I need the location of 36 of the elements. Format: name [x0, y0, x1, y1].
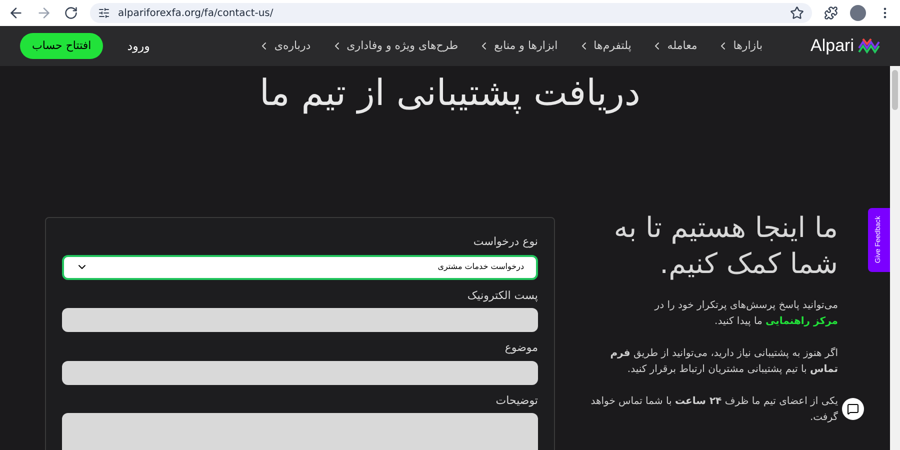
field-label: توضیحات [494, 392, 538, 409]
intro-paragraph: می‌توانید پاسخ پرسش‌های پرتکرار خود را در مرکز راهنمایی ما پیدا کنید. [653, 299, 838, 329]
reload-icon[interactable] [64, 6, 78, 20]
nav-link[interactable]: درباره‌ی [258, 38, 311, 54]
select-value: درخواست خدمات مشتری [438, 261, 524, 273]
nav-link[interactable]: ابزارها و منابع [478, 38, 558, 54]
extensions-icon[interactable] [824, 6, 838, 20]
profile-avatar[interactable] [850, 5, 866, 21]
back-icon[interactable] [8, 5, 24, 21]
intro-paragraph: یکی از اعضای تیم ما ظرف ۲۴ ساعت با شما تماس خواهد گرفت. [590, 395, 838, 425]
nav-link[interactable]: پلتفرم‌ها [578, 38, 632, 54]
login-link[interactable]: ورود [127, 37, 150, 55]
intro-paragraph: اگر هنوز به پشتیبانی نیاز دارید، می‌توانید از طریق فرم تماس با تیم پشتیبانی مشتریان ارتباط برقرار کنید. [609, 346, 838, 377]
logo-icon [858, 38, 880, 54]
field-label: موضوع [504, 340, 538, 356]
field-label: نوع درخواست [472, 234, 538, 250]
help-center-link[interactable]: مرکز راهنمایی [766, 316, 838, 327]
intro-heading: ما اینجا هستیم تا به شما کمک کنیم. [612, 210, 838, 282]
field-label: پست الکترونیک [466, 288, 538, 304]
nav-link[interactable]: بازارها [717, 38, 763, 54]
forward-icon[interactable] [36, 5, 52, 21]
input-field[interactable] [62, 360, 538, 384]
scrollbar-thumb[interactable] [892, 70, 898, 110]
address-bar[interactable]: alpariforexfa.org/fa/contact-us/ [90, 3, 812, 23]
nav-link[interactable]: معامله [651, 38, 698, 54]
url-text: alpariforexfa.org/fa/contact-us/ [118, 6, 274, 20]
logo-text: Alpari [810, 35, 854, 58]
input-field[interactable] [62, 308, 538, 332]
chat-button[interactable] [842, 398, 864, 420]
chat-icon [847, 403, 859, 415]
open-account-button[interactable]: افتتاح حساب [20, 33, 104, 59]
page-title: دریافت پشتیبانی از تیم ما [260, 72, 640, 116]
site-settings-icon[interactable] [98, 7, 110, 19]
request-type-select[interactable]: درخواست خدمات مشتری [62, 254, 538, 280]
nav-link[interactable]: طرح‌های ویژه و وفاداری [330, 38, 458, 54]
bookmark-star-icon[interactable] [790, 6, 804, 20]
